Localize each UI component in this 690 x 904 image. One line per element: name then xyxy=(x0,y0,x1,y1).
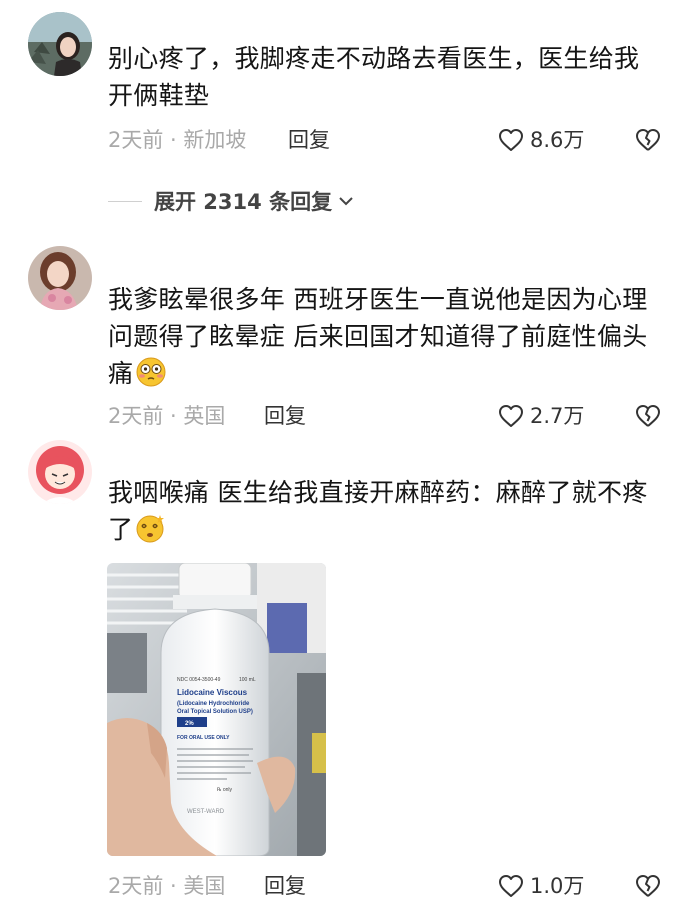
like-button[interactable]: 1.0万 xyxy=(498,872,584,900)
like-button[interactable]: 2.7万 xyxy=(498,402,584,430)
broken-heart-icon xyxy=(636,129,660,151)
heart-outline-icon xyxy=(499,875,523,897)
heart-outline-icon xyxy=(499,129,523,151)
comment-time: 2天前 xyxy=(108,874,164,898)
dizzy-face-icon xyxy=(136,515,165,543)
label-subtitle-2: Oral Topical Solution USP) xyxy=(177,709,253,715)
meta-separator: · xyxy=(163,128,184,152)
comment-location: 英国 xyxy=(183,404,226,428)
comment-text: 我爹眩晕很多年 西班牙医生一直说他是因为心理问题得了眩晕症 后来回国才知道得了前… xyxy=(108,281,664,392)
expand-replies-label: 展开 2314 条回复 xyxy=(154,190,333,214)
reply-button[interactable]: 回复 xyxy=(264,402,306,430)
heart-outline-icon xyxy=(499,405,523,427)
comment-text: 别心疼了，我脚疼走不动路去看医生，医生给我开俩鞋垫 xyxy=(108,44,640,110)
comment-time: 2天前 xyxy=(108,404,164,428)
label-rx: ℞ only xyxy=(217,787,233,793)
like-count: 1.0万 xyxy=(530,874,585,898)
meta-separator: · xyxy=(163,874,184,898)
avatar[interactable] xyxy=(28,440,92,504)
like-count: 2.7万 xyxy=(530,404,585,428)
reply-button[interactable]: 回复 xyxy=(288,126,330,154)
comment-text-content: 我爹眩晕很多年 西班牙医生一直说他是因为心理问题得了眩晕症 后来回国才知道得了前… xyxy=(108,285,648,388)
dislike-button[interactable] xyxy=(634,872,662,900)
label-oral-use: FOR ORAL USE ONLY xyxy=(177,735,230,741)
label-strength: 2% xyxy=(185,721,194,727)
broken-heart-icon xyxy=(636,875,660,897)
comment-meta: 2天前 · 英国 xyxy=(108,402,225,430)
expand-replies-button[interactable]: 展开 2314 条回复 xyxy=(108,186,354,216)
comment-location: 美国 xyxy=(183,874,226,898)
comment-meta: 2天前 · 美国 xyxy=(108,872,225,900)
label-subtitle-1: (Lidocaine Hydrochloride xyxy=(177,701,250,707)
label-brand: WEST-WARD xyxy=(187,809,225,815)
like-count: 8.6万 xyxy=(530,128,585,152)
label-drug-name: Lidocaine Viscous xyxy=(177,688,248,697)
comment-time: 2天前 xyxy=(108,128,164,152)
label-ndc: NDC 0054-3500-49 xyxy=(177,677,221,683)
comment-location: 新加坡 xyxy=(183,128,247,152)
comment-text-content: 我咽喉痛 医生给我直接开麻醉药：麻醉了就不疼了 xyxy=(108,478,648,544)
dislike-button[interactable] xyxy=(634,126,662,154)
comment-meta: 2天前 · 新加坡 xyxy=(108,126,246,154)
meta-separator: · xyxy=(163,404,184,428)
avatar[interactable] xyxy=(28,246,92,310)
attached-photo[interactable]: NDC 0054-3500-49 100 mL Lidocaine Viscou… xyxy=(107,563,326,856)
comment-text: 我咽喉痛 医生给我直接开麻醉药：麻醉了就不疼了 xyxy=(108,474,664,548)
flushed-face-icon xyxy=(136,357,166,387)
divider-line xyxy=(108,200,142,202)
avatar[interactable] xyxy=(28,12,92,76)
broken-heart-icon xyxy=(636,405,660,427)
chevron-down-icon xyxy=(339,197,353,206)
label-volume: 100 mL xyxy=(239,677,256,683)
dislike-button[interactable] xyxy=(634,402,662,430)
reply-button[interactable]: 回复 xyxy=(264,872,306,900)
like-button[interactable]: 8.6万 xyxy=(498,126,584,154)
